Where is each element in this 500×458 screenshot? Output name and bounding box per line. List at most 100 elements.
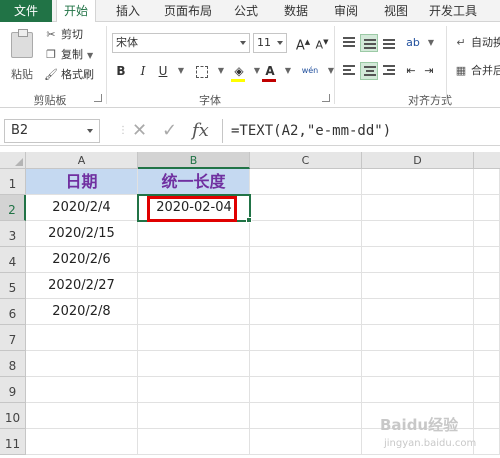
- cut-button[interactable]: ✂ 剪切: [44, 26, 83, 44]
- grid-cell[interactable]: [362, 351, 474, 377]
- insert-function-button[interactable]: fx: [192, 119, 209, 143]
- column-header-a[interactable]: A: [26, 152, 138, 169]
- chevron-down-icon[interactable]: ▼: [279, 62, 297, 80]
- grid-cell[interactable]: [138, 221, 250, 247]
- wrap-text-button[interactable]: ↵ 自动换: [454, 34, 500, 52]
- grid-cell[interactable]: [138, 351, 250, 377]
- grid-cell[interactable]: [362, 299, 474, 325]
- cell-a1[interactable]: 日期: [26, 169, 138, 195]
- fill-color-button[interactable]: ◈: [230, 62, 248, 80]
- align-bottom-button[interactable]: [380, 34, 398, 52]
- grow-font-button[interactable]: A▲: [294, 33, 312, 53]
- cell-a4[interactable]: 2020/2/6: [26, 247, 138, 273]
- grid-cell[interactable]: [250, 351, 362, 377]
- cell-a3[interactable]: 2020/2/15: [26, 221, 138, 247]
- increase-indent-button[interactable]: ⇥: [420, 62, 438, 80]
- tab-file[interactable]: 文件: [0, 0, 52, 22]
- clipboard-launcher[interactable]: [94, 94, 102, 102]
- row-header-4[interactable]: 4: [0, 247, 26, 273]
- grid-cell[interactable]: [250, 247, 362, 273]
- grid-cell[interactable]: [250, 221, 362, 247]
- grid-cell[interactable]: [250, 403, 362, 429]
- align-left-button[interactable]: [340, 62, 358, 80]
- grid-cell[interactable]: [26, 377, 138, 403]
- grid-cell[interactable]: [362, 247, 474, 273]
- enter-icon[interactable]: ✓: [162, 119, 177, 143]
- grid-cell[interactable]: [362, 377, 474, 403]
- tab-formulas[interactable]: 公式: [226, 0, 266, 22]
- row-header-10[interactable]: 10: [0, 403, 26, 429]
- chevron-down-icon[interactable]: ▼: [422, 34, 440, 52]
- cell-a5[interactable]: 2020/2/27: [26, 273, 138, 299]
- tab-developer[interactable]: 开发工具: [424, 0, 482, 22]
- grid-cell[interactable]: [250, 169, 362, 195]
- name-box[interactable]: B2: [4, 119, 100, 143]
- grid-cell[interactable]: [362, 325, 474, 351]
- row-header-11[interactable]: 11: [0, 429, 26, 455]
- grid-cell[interactable]: [362, 221, 474, 247]
- column-header-c[interactable]: C: [250, 152, 362, 169]
- column-header-d[interactable]: D: [362, 152, 474, 169]
- tab-page-layout[interactable]: 页面布局: [158, 0, 218, 22]
- row-header-7[interactable]: 7: [0, 325, 26, 351]
- column-header-b[interactable]: B: [138, 152, 250, 169]
- grid-cell[interactable]: [362, 169, 474, 195]
- tab-view[interactable]: 视图: [376, 0, 416, 22]
- format-painter-button[interactable]: 🖌 格式刷: [44, 66, 94, 84]
- paste-button[interactable]: 粘贴: [6, 29, 38, 86]
- row-header-2[interactable]: 2: [0, 195, 26, 221]
- orientation-button[interactable]: ab: [404, 34, 422, 52]
- row-header-8[interactable]: 8: [0, 351, 26, 377]
- borders-button[interactable]: [193, 62, 211, 80]
- bold-button[interactable]: B: [112, 62, 130, 80]
- row-header-1[interactable]: 1: [0, 169, 26, 195]
- cancel-icon[interactable]: ✕: [132, 119, 147, 143]
- chevron-down-icon[interactable]: ▼: [322, 62, 340, 80]
- chevron-down-icon[interactable]: ▼: [212, 62, 230, 80]
- grid-cell[interactable]: [250, 273, 362, 299]
- grid-cell[interactable]: [474, 377, 500, 403]
- font-name-select[interactable]: 宋体: [112, 33, 250, 53]
- grid-cell[interactable]: [138, 325, 250, 351]
- grid-cell[interactable]: [474, 247, 500, 273]
- grid-cell[interactable]: [250, 299, 362, 325]
- fill-handle[interactable]: [246, 217, 252, 223]
- row-header-9[interactable]: 9: [0, 377, 26, 403]
- grid-cell[interactable]: [474, 221, 500, 247]
- decrease-indent-button[interactable]: ⇤: [402, 62, 420, 80]
- copy-button[interactable]: ❐ 复制 ▼: [44, 46, 93, 64]
- grid-cell[interactable]: [474, 351, 500, 377]
- font-size-select[interactable]: 11: [253, 33, 287, 53]
- align-right-button[interactable]: [380, 62, 398, 80]
- grid-cell[interactable]: [26, 403, 138, 429]
- phonetic-button[interactable]: wén: [298, 62, 322, 80]
- merge-center-button[interactable]: ▦ 合并后: [454, 62, 500, 80]
- grid-cell[interactable]: [362, 195, 474, 221]
- tab-insert[interactable]: 插入: [108, 0, 148, 22]
- grid-cell[interactable]: [138, 403, 250, 429]
- row-header-6[interactable]: 6: [0, 299, 26, 325]
- grid-cell[interactable]: [138, 429, 250, 455]
- grid-cell[interactable]: [26, 429, 138, 455]
- cell-a6[interactable]: 2020/2/8: [26, 299, 138, 325]
- grid-cell[interactable]: [26, 325, 138, 351]
- tab-data[interactable]: 数据: [276, 0, 316, 22]
- grid-cell[interactable]: [474, 273, 500, 299]
- cell-b1[interactable]: 统一长度: [138, 169, 250, 195]
- select-all-button[interactable]: [0, 152, 26, 169]
- grid-cell[interactable]: [138, 299, 250, 325]
- grid-cell[interactable]: [26, 351, 138, 377]
- align-top-button[interactable]: [340, 34, 358, 52]
- grid-cell[interactable]: [474, 299, 500, 325]
- font-color-button[interactable]: A: [261, 62, 279, 80]
- grid-cell[interactable]: [138, 273, 250, 299]
- shrink-font-button[interactable]: A▼: [313, 33, 331, 52]
- grid-cell[interactable]: [138, 377, 250, 403]
- cell-a2[interactable]: 2020/2/4: [26, 195, 138, 221]
- grid-cell[interactable]: [250, 195, 362, 221]
- tab-home[interactable]: 开始: [56, 0, 96, 23]
- row-header-3[interactable]: 3: [0, 221, 26, 247]
- grid-cell[interactable]: [474, 195, 500, 221]
- font-launcher[interactable]: [322, 94, 330, 102]
- grid-cell[interactable]: [250, 377, 362, 403]
